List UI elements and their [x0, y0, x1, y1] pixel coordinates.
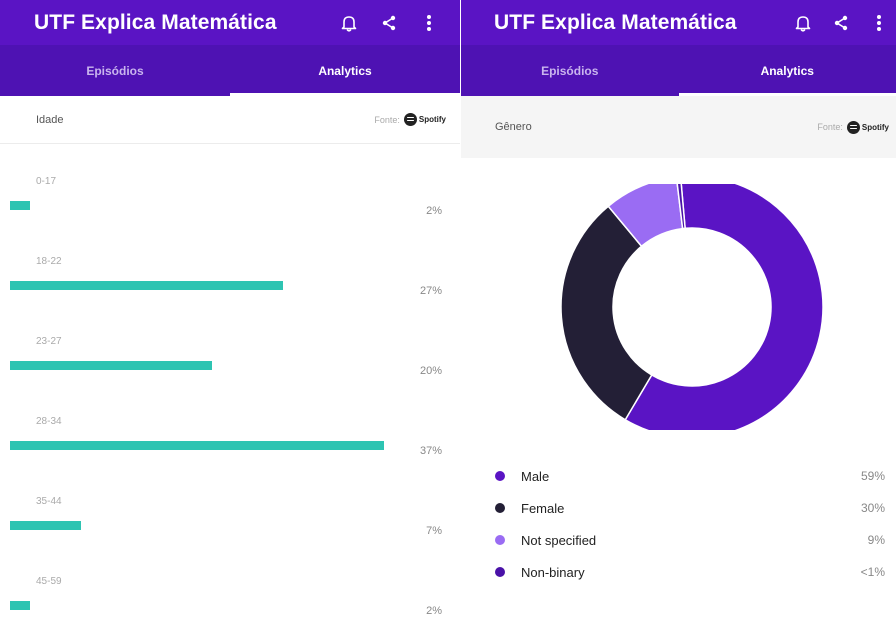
age-bar	[10, 521, 81, 530]
source-label: Fonte:	[817, 122, 843, 132]
legend-percent: 59%	[860, 469, 885, 483]
legend-percent: <1%	[860, 565, 885, 579]
legend-dot	[495, 567, 505, 577]
spotify-icon	[403, 113, 417, 126]
age-bar	[10, 601, 30, 610]
age-percent: 2%	[426, 205, 442, 217]
share-icon[interactable]	[832, 13, 850, 33]
spotify-icon	[846, 120, 860, 134]
legend-item: Not specified 9%	[495, 524, 885, 556]
age-section-header: Idade Fonte: Spotify	[0, 96, 460, 144]
gender-legend: Male 59% Female 30% Not specified 9% Non…	[495, 460, 885, 588]
legend-item: Non-binary <1%	[495, 556, 885, 588]
spotify-name: Spotify	[418, 115, 446, 124]
tab-analytics[interactable]: Analytics	[678, 45, 896, 96]
legend-dot	[495, 503, 505, 513]
age-bar	[10, 441, 384, 450]
source-label: Fonte:	[374, 114, 400, 125]
legend-label: Female	[521, 500, 565, 516]
legend-label: Male	[521, 468, 550, 484]
age-label: 28-34	[36, 416, 62, 427]
age-row: 18-22 27%	[0, 250, 460, 330]
legend-percent: 30%	[860, 501, 885, 515]
tab-analytics[interactable]: Analytics	[230, 45, 460, 96]
legend-dot	[495, 535, 505, 545]
age-bar-chart: 0-17 2% 18-22 27% 23-27 20% 28-34 37% 35…	[0, 144, 460, 620]
age-label: 23-27	[36, 336, 62, 347]
bell-icon[interactable]	[340, 13, 358, 33]
share-icon[interactable]	[380, 13, 398, 33]
spotify-logo: Spotify	[403, 113, 446, 126]
more-options-icon[interactable]	[420, 13, 438, 33]
analytics-gender-panel: UTF Explica Matemática Episódios Analyti…	[461, 0, 896, 620]
legend-item: Female 30%	[495, 492, 885, 524]
age-label: 0-17	[36, 176, 57, 187]
spotify-name: Spotify	[861, 122, 889, 132]
age-percent: 37%	[419, 445, 442, 457]
source-attribution: Fonte: Spotify	[817, 120, 889, 134]
age-percent: 20%	[419, 365, 442, 377]
age-row: 0-17 2%	[0, 170, 460, 250]
legend-percent: 9%	[867, 533, 885, 547]
age-label: 35-44	[36, 496, 62, 507]
app-bar: UTF Explica Matemática	[461, 0, 896, 45]
legend-dot	[495, 471, 505, 481]
spotify-logo: Spotify	[846, 120, 889, 134]
tab-bar: Episódios Analytics	[0, 45, 460, 96]
legend-label: Non-binary	[521, 564, 585, 580]
app-bar: UTF Explica Matemática	[0, 0, 460, 45]
age-row: 45-59 2%	[0, 570, 460, 620]
legend-item: Male 59%	[495, 460, 885, 492]
section-title: Idade	[36, 113, 64, 126]
age-percent: 2%	[426, 605, 442, 617]
age-percent: 7%	[426, 525, 442, 537]
age-row: 35-44 7%	[0, 490, 460, 570]
more-options-icon[interactable]	[870, 13, 888, 33]
age-label: 45-59	[36, 576, 62, 587]
bell-icon[interactable]	[794, 13, 812, 33]
age-label: 18-22	[36, 256, 62, 267]
gender-donut-chart	[559, 175, 825, 439]
age-bar	[10, 281, 283, 290]
age-bar	[10, 361, 212, 370]
age-row: 28-34 37%	[0, 410, 460, 490]
gender-section-header: Gênero Fonte: Spotify	[461, 96, 896, 158]
app-bar-actions	[794, 13, 896, 33]
age-bar	[10, 201, 30, 210]
age-percent: 27%	[419, 285, 442, 297]
tab-episodios[interactable]: Episódios	[0, 45, 230, 96]
donut-svg	[560, 175, 824, 439]
app-title: UTF Explica Matemática	[34, 10, 277, 34]
legend-label: Not specified	[521, 532, 597, 548]
age-row: 23-27 20%	[0, 330, 460, 410]
analytics-age-panel: UTF Explica Matemática Episódios Analyti…	[0, 0, 460, 620]
section-title: Gênero	[495, 121, 532, 133]
app-bar-actions	[340, 13, 460, 33]
source-attribution: Fonte: Spotify	[374, 113, 446, 126]
tab-bar: Episódios Analytics	[461, 45, 896, 96]
tab-episodios[interactable]: Episódios	[461, 45, 679, 96]
app-title: UTF Explica Matemática	[494, 10, 737, 34]
